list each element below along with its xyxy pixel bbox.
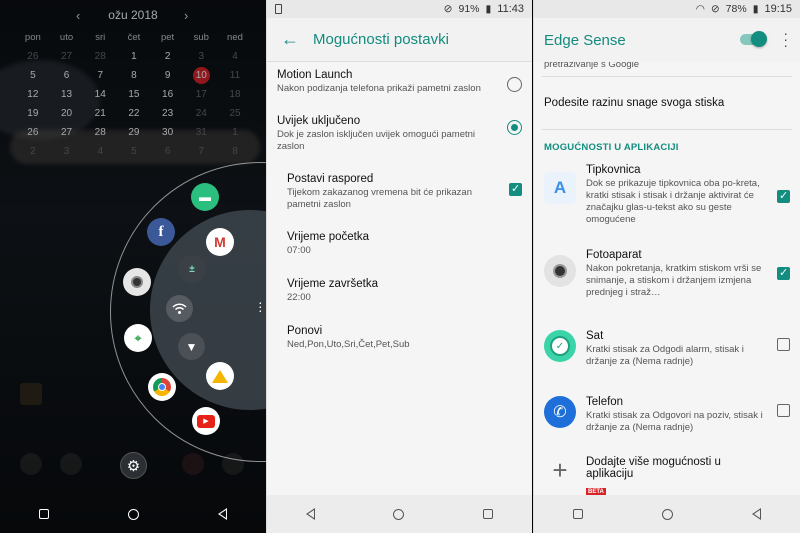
battery-level: 78% [725,3,747,15]
feature-phone[interactable]: ✆ Telefon Kratki stisak za Odgovori na p… [534,396,800,456]
schedule-checkbox[interactable] [509,182,522,196]
setting-title: Uvijek uključeno [277,115,361,127]
section-header: MOGUĆNOSTI U APLIKACIJI [544,142,679,153]
drive-icon[interactable] [206,362,234,390]
setting-title: Vrijeme početka [287,231,370,243]
gmail-icon[interactable]: M [206,228,234,256]
setting-start-time[interactable]: Vrijeme početka 07:00 [267,224,532,271]
back-arrow-icon[interactable]: ← [267,29,313,50]
notification-icon [275,4,282,14]
feature-title: Telefon [586,396,624,408]
battery-icon: ▮ [485,3,492,15]
setting-title: Motion Launch [277,69,353,81]
add-more-label: Dodajte više mogućnosti u aplikaciju [586,456,721,480]
no-signal-icon: ⊘ [710,3,720,15]
status-bar: ◠ ⊘ 78% ▮ 19:15 [534,0,800,18]
flashlight-icon[interactable]: ▼ [178,333,205,360]
recents-icon[interactable] [482,509,493,519]
setting-subtitle: Dok je zaslon isključen uvijek omogući p… [277,129,476,152]
back-icon[interactable] [217,508,227,520]
navigation-bar [267,495,532,533]
page-title: Edge Sense [544,31,626,49]
back-icon[interactable] [751,508,761,520]
phone-checkbox[interactable] [777,404,790,417]
setting-schedule[interactable]: Postavi raspored Tijekom zakazanog vreme… [267,166,532,224]
wifi-icon[interactable] [166,295,193,322]
grip-strength-setting[interactable]: Podesite razinu snage svoga stiska [534,77,800,129]
chrome-icon[interactable] [148,373,176,401]
home-icon[interactable] [661,508,673,520]
home-screen-panel: ‹ ožu 2018 › pon uto sri čet pet sub ned… [0,0,266,533]
keyboard-icon: A [544,172,576,204]
feature-subtitle: Kratki stisak za Odgodi alarm, stisak i … [586,344,744,367]
setting-value: Ned,Pon,Uto,Sri,Čet,Pet,Sub [287,339,410,350]
feature-title: Tipkovnica [586,164,641,176]
keyboard-checkbox[interactable] [777,189,790,203]
maps-icon[interactable]: ⌖ [124,324,152,352]
feature-title: Fotoaparat [586,249,642,261]
setting-repeat[interactable]: Ponovi Ned,Pon,Uto,Sri,Čet,Pet,Sub [267,318,532,365]
always-on-radio[interactable] [507,120,522,135]
navigation-bar [0,495,266,533]
truncated-text: pretraživanje s Google [544,62,640,70]
recents-icon[interactable] [573,509,584,519]
feature-subtitle: Dok se prikazuje tipkovnica oba po-kreta… [586,178,760,225]
battery-icon: ▮ [752,3,759,15]
facebook-icon[interactable]: f [147,218,175,246]
settings-options-panel: ⊘ 91% ▮ 11:43 ← Mogućnosti postavki Moti… [266,0,532,533]
setting-subtitle: Tijekom zakazanog vremena bit će prikaza… [287,187,472,210]
setting-title: Postavi raspored [287,173,374,185]
recents-icon[interactable] [39,509,50,519]
feature-title: Sat [586,330,604,342]
feature-subtitle: Kratki stisak za Odgovori na poziv, stis… [586,410,763,433]
clock: 11:43 [497,3,524,15]
camera-checkbox[interactable] [777,266,790,280]
navigation-bar [534,495,800,533]
camera-icon [544,255,576,287]
add-more-features[interactable]: + Dodajte više mogućnosti u aplikaciju B… [534,454,800,496]
setting-value: 07:00 [287,245,311,256]
setting-title: Vrijeme završetka [287,278,378,290]
youtube-icon[interactable]: ▶ [192,407,220,435]
page-title: Mogućnosti postavki [313,31,449,48]
edge-sense-panel: ◠ ⊘ 78% ▮ 19:15 Edge Sense · · · pretraživ… [533,0,800,533]
more-options-icon[interactable]: · · · [783,26,788,52]
plus-icon: + [552,454,568,485]
edge-sense-toggle[interactable] [740,31,767,47]
clock-checkbox[interactable] [777,338,790,351]
setting-title: Ponovi [287,325,323,337]
setting-end-time[interactable]: Vrijeme završetka 22:00 [267,271,532,318]
drawer-handle-icon[interactable]: · · · [258,295,263,317]
gear-icon[interactable]: ⚙ [120,452,147,479]
setting-value: 22:00 [287,292,311,303]
no-signal-icon: ⊘ [443,3,453,15]
feature-clock[interactable]: ✓ Sat Kratki stisak za Odgodi alarm, sti… [534,330,800,396]
back-icon[interactable] [306,508,316,520]
feature-subtitle: Nakon pokretanja, kratkim stiskom vrši s… [586,263,762,298]
setting-always-on[interactable]: Uvijek uključeno Dok je zaslon isključen… [267,108,532,166]
motion-launch-radio[interactable] [507,77,522,92]
calculator-icon[interactable]: ± [178,255,206,283]
home-icon[interactable] [393,508,405,520]
app-bar: Edge Sense · · · [534,18,800,62]
phone-icon: ✆ [544,396,576,428]
status-bar: ⊘ 91% ▮ 11:43 [267,0,532,18]
home-icon[interactable] [127,508,139,520]
setting-subtitle: Nakon podizanja telefona prikaži pametni… [277,83,481,94]
feature-keyboard[interactable]: A Tipkovnica Dok se prikazuje tipkovnica… [534,164,800,249]
app-bar: ← Mogućnosti postavki [267,18,532,62]
messages-icon[interactable]: ▬ [191,183,219,211]
feature-camera[interactable]: Fotoaparat Nakon pokretanja, kratkim sti… [534,249,800,330]
camera-icon[interactable] [123,268,151,296]
wifi-status-icon: ◠ [695,3,705,15]
battery-level: 91% [458,3,480,15]
setting-motion-launch[interactable]: Motion Launch Nakon podizanja telefona p… [267,62,532,108]
clock: 19:15 [764,3,792,15]
clock-icon: ✓ [544,330,576,362]
